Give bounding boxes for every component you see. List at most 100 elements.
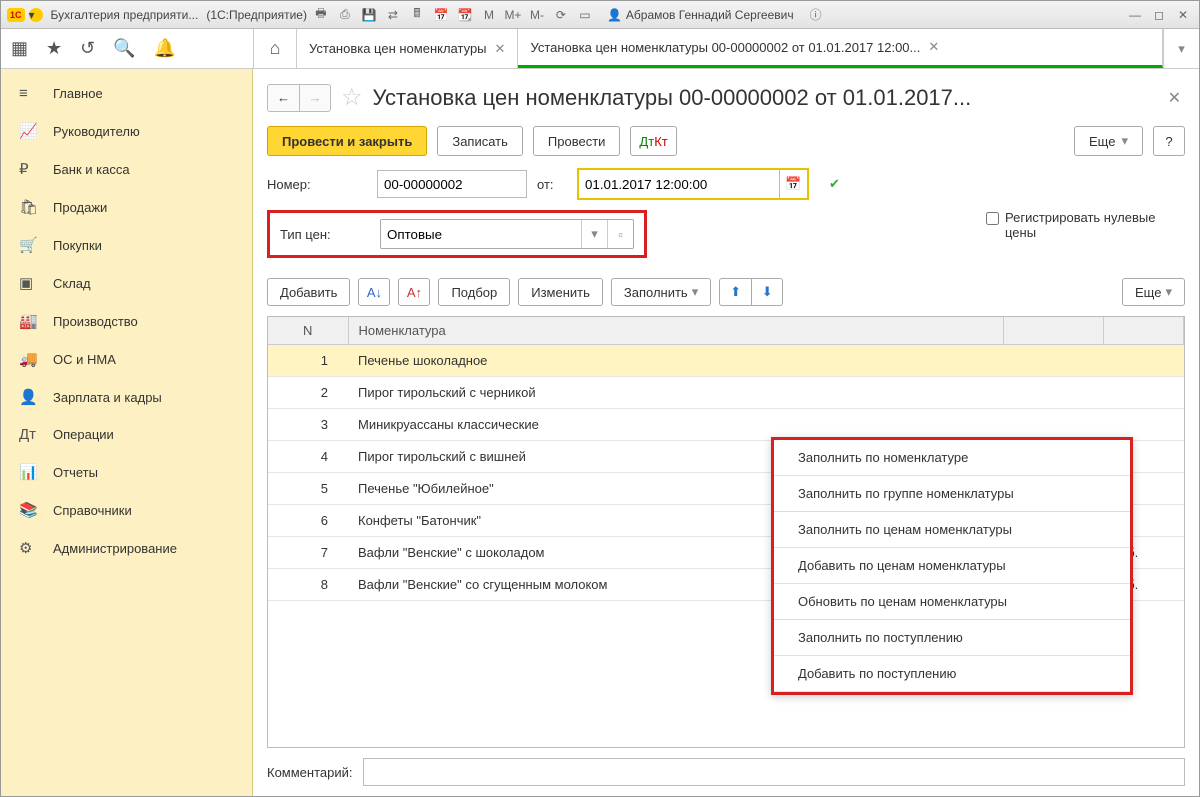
add-row-button[interactable]: Добавить [267, 278, 350, 306]
date-icon[interactable]: 📆 [455, 5, 475, 25]
main-toolbar: ▦ ★ ↺ 🔍 🔔 ⌂ Установка цен номенклатуры✕У… [1, 29, 1199, 69]
refresh-icon[interactable]: ⟳ [551, 5, 571, 25]
close-button[interactable]: ✕ [1173, 5, 1193, 25]
sidebar-item-cart[interactable]: 🛒Покупки [1, 226, 252, 264]
pick-button[interactable]: Подбор [438, 278, 510, 306]
zoom-mminus-icon[interactable]: M- [527, 5, 547, 25]
fill-menu-item-1[interactable]: Заполнить по группе номенклатуры [774, 476, 1130, 512]
info-icon[interactable]: ⓘ [806, 5, 826, 25]
sort-desc-button[interactable]: А↑ [398, 278, 430, 306]
cell-nomenclature: Пирог тирольский с черникой [348, 377, 1004, 409]
sidebar-item-person[interactable]: 👤Зарплата и кадры [1, 378, 252, 416]
zoom-m-icon[interactable]: M [479, 5, 499, 25]
sidebar-item-boxes[interactable]: ▣Склад [1, 264, 252, 302]
notifications-icon[interactable]: 🔔 [154, 38, 176, 59]
user-icon: 👤 [607, 8, 622, 22]
tab-1[interactable]: Установка цен номенклатуры 00-00000002 о… [518, 29, 1163, 68]
apps-grid-icon[interactable]: ▦ [11, 38, 28, 59]
save-icon[interactable]: 💾 [359, 5, 379, 25]
fill-dropdown-menu: Заполнить по номенклатуреЗаполнить по гр… [771, 437, 1133, 695]
sidebar-item-bag[interactable]: 🛍Продажи [1, 188, 252, 226]
nav-forward-button[interactable]: → [299, 84, 331, 112]
sidebar-item-menu[interactable]: ≡Главное [1, 75, 252, 112]
post-button[interactable]: Провести [533, 126, 621, 156]
person-icon: 👤 [19, 388, 39, 406]
tabs-overflow[interactable]: ▾ [1163, 29, 1199, 68]
preview-icon[interactable]: ⎙ [335, 5, 355, 25]
tab-close-icon[interactable]: ✕ [928, 39, 939, 55]
cell-n: 4 [268, 441, 348, 473]
calendar-icon[interactable]: 📅 [431, 5, 451, 25]
minimize-button[interactable]: — [1125, 5, 1145, 25]
dtkt-button[interactable]: ДтКт [630, 126, 676, 156]
write-button[interactable]: Записать [437, 126, 523, 156]
sidebar-item-ruble[interactable]: ₽Банк и касса [1, 150, 252, 188]
sidebar-item-gear[interactable]: ⚙Администрирование [1, 529, 252, 567]
sidebar-item-label: Администрирование [53, 541, 177, 556]
search-icon[interactable]: 🔍 [113, 38, 135, 59]
move-down-button[interactable]: ⬇ [751, 278, 783, 306]
fill-menu-item-2[interactable]: Заполнить по ценам номенклатуры [774, 512, 1130, 548]
sidebar-item-books[interactable]: 📚Справочники [1, 491, 252, 529]
fill-menu-item-5[interactable]: Заполнить по поступлению [774, 620, 1130, 656]
calendar-picker-icon[interactable]: 📅 [779, 170, 807, 198]
price-type-highlight: Тип цен: ▾ ▫ [267, 210, 647, 258]
register-zero-checkbox-input[interactable] [986, 212, 999, 225]
col-header-n[interactable]: N [268, 317, 348, 345]
col-header-nomenclature[interactable]: Номенклатура [348, 317, 1004, 345]
window-list-icon[interactable]: ▭ [575, 5, 595, 25]
sidebar-item-factory[interactable]: 🏭Производство [1, 302, 252, 340]
sidebar-item-truck[interactable]: 🚚ОС и НМА [1, 340, 252, 378]
table-row[interactable]: 3Миникруассаны классические [268, 409, 1184, 441]
favorite-icon[interactable]: ★ [46, 38, 62, 59]
change-button[interactable]: Изменить [518, 278, 603, 306]
history-icon[interactable]: ↺ [80, 38, 95, 59]
maximize-button[interactable]: ◻ [1149, 5, 1169, 25]
calc-icon[interactable]: 🖩 [407, 5, 427, 25]
price-type-input[interactable] [381, 220, 581, 248]
number-input[interactable] [377, 170, 527, 198]
print-icon[interactable]: 🖶 [311, 5, 331, 25]
fill-menu-item-6[interactable]: Добавить по поступлению [774, 656, 1130, 692]
move-up-button[interactable]: ⬆ [719, 278, 751, 306]
help-button[interactable]: ? [1153, 126, 1185, 156]
sidebar-item-chart[interactable]: 📈Руководителю [1, 112, 252, 150]
comment-input[interactable] [363, 758, 1186, 786]
fill-menu-item-3[interactable]: Добавить по ценам номенклатуры [774, 548, 1130, 584]
chart-icon: 📈 [19, 122, 39, 140]
nav-back-button[interactable]: ← [267, 84, 299, 112]
more-actions-button[interactable]: Еще▾ [1074, 126, 1143, 156]
fill-menu-item-0[interactable]: Заполнить по номенклатуре [774, 440, 1130, 476]
tab-close-icon[interactable]: ✕ [495, 41, 506, 57]
sidebar-item-label: Операции [53, 427, 114, 442]
register-zero-prices-checkbox[interactable]: Регистрировать нулевые цены [986, 210, 1185, 240]
zoom-mplus-icon[interactable]: M+ [503, 5, 523, 25]
price-type-dropdown-icon[interactable]: ▾ [581, 220, 607, 248]
section-sidebar: ≡Главное📈Руководителю₽Банк и касса🛍Прода… [1, 69, 253, 796]
cart-icon: 🛒 [19, 236, 39, 254]
cell-n: 2 [268, 377, 348, 409]
compare-icon[interactable]: ⇄ [383, 5, 403, 25]
post-and-close-button[interactable]: Провести и закрыть [267, 126, 427, 156]
document-close-button[interactable]: ✕ [1164, 84, 1185, 112]
fill-button[interactable]: Заполнить ▾ [611, 278, 711, 306]
favorite-star-icon[interactable]: ☆ [341, 83, 363, 112]
current-user[interactable]: 👤 Абрамов Геннадий Сергеевич [607, 8, 794, 22]
home-button[interactable]: ⌂ [253, 29, 297, 68]
table-more-button[interactable]: Еще ▾ [1122, 278, 1185, 306]
date-input[interactable] [579, 170, 779, 198]
tab-0[interactable]: Установка цен номенклатуры✕ [297, 29, 518, 68]
col-header-currency[interactable] [1104, 317, 1184, 345]
fill-menu-item-4[interactable]: Обновить по ценам номенклатуры [774, 584, 1130, 620]
sort-asc-button[interactable]: А↓ [358, 278, 390, 306]
sidebar-item-bars[interactable]: 📊Отчеты [1, 453, 252, 491]
app-menu-dropdown[interactable]: ▾ [29, 8, 43, 22]
price-type-open-icon[interactable]: ▫ [607, 220, 633, 248]
sidebar-item-dtkt[interactable]: ДтОперации [1, 416, 252, 453]
cell-n: 3 [268, 409, 348, 441]
sidebar-item-label: Банк и касса [53, 162, 130, 177]
table-row[interactable]: 2Пирог тирольский с черникой [268, 377, 1184, 409]
table-row[interactable]: 1Печенье шоколадное [268, 345, 1184, 377]
price-type-select[interactable]: ▾ ▫ [380, 219, 634, 249]
col-header-price[interactable] [1004, 317, 1104, 345]
